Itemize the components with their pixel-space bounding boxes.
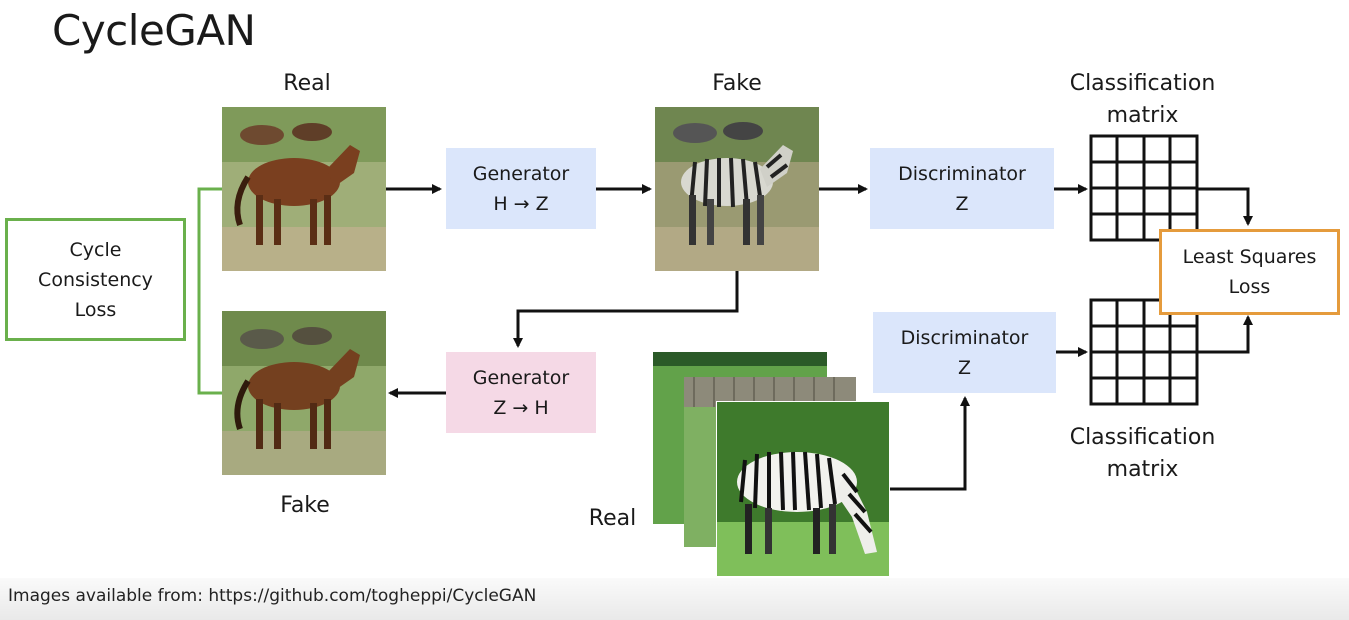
label-fake-top: Fake — [712, 71, 762, 96]
cycle-bracket — [197, 187, 222, 395]
label-real-bottom: Real — [588, 506, 637, 531]
label-fake-bottom: Fake — [280, 493, 330, 518]
label-classification-top: Classification matrix — [1069, 71, 1216, 128]
generator-z-to-h: Generator Z → H — [446, 352, 596, 433]
classification-matrix-bottom — [1089, 298, 1199, 406]
arrow-real-zebra-to-discriminator — [888, 396, 970, 491]
real-horse-image — [222, 107, 386, 271]
least-squares-loss: Least Squares Loss — [1159, 229, 1340, 315]
arrow-fake-to-generator-back — [513, 271, 739, 348]
real-zebra-image-front — [716, 401, 890, 577]
generator-h-to-z: Generator H → Z — [446, 148, 596, 229]
classification-matrix-top — [1089, 134, 1199, 242]
label-real-top: Real — [283, 71, 331, 96]
arrow-matrix-top-to-loss — [1198, 187, 1253, 226]
label-classification-bottom: Classification matrix — [1069, 425, 1216, 482]
fake-zebra-image — [655, 107, 819, 271]
discriminator-top: Discriminator Z — [870, 148, 1054, 229]
footer-source-text: Images available from: https://github.co… — [8, 586, 537, 606]
fake-horse-image — [222, 311, 386, 475]
cycle-consistency-loss: Cycle Consistency Loss — [5, 218, 186, 341]
arrow-matrix-bottom-to-loss — [1198, 315, 1253, 354]
discriminator-bottom: Discriminator Z — [873, 312, 1056, 393]
